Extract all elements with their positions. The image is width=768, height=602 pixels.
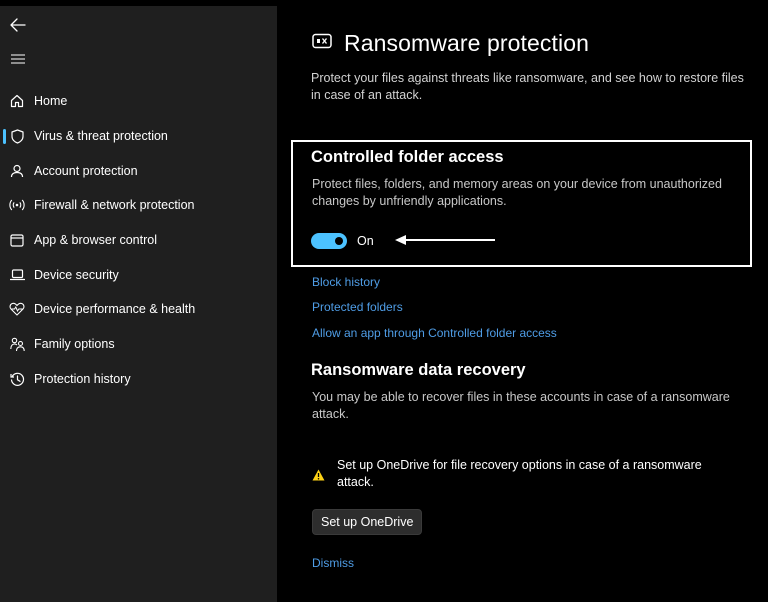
page-header: Ransomware protection xyxy=(312,30,589,57)
sidebar-item-label: Firewall & network protection xyxy=(34,198,195,212)
back-arrow-icon[interactable] xyxy=(8,15,28,35)
cfa-toggle-label: On xyxy=(357,234,374,248)
arrow-annotation-icon xyxy=(394,233,498,252)
sidebar-item-firewall-network-protection[interactable]: Firewall & network protection xyxy=(0,190,277,220)
selection-indicator xyxy=(3,129,6,144)
sidebar-item-label: App & browser control xyxy=(34,233,157,247)
shield-icon xyxy=(9,128,25,144)
sidebar-item-app-browser-control[interactable]: App & browser control xyxy=(0,225,277,255)
cfa-description: Protect files, folders, and memory areas… xyxy=(312,177,722,208)
page-description: Protect your files against threats like … xyxy=(311,71,744,102)
onedrive-warning-text: Set up OneDrive for file recovery option… xyxy=(337,458,702,489)
person-icon xyxy=(9,163,25,179)
allow-app-link[interactable]: Allow an app through Controlled folder a… xyxy=(312,326,557,340)
sidebar-item-virus-threat-protection[interactable]: Virus & threat protection xyxy=(0,121,277,151)
cfa-heading: Controlled folder access xyxy=(311,148,504,166)
sidebar-item-label: Home xyxy=(34,94,68,108)
home-icon xyxy=(9,93,25,109)
sidebar-item-home[interactable]: Home xyxy=(0,86,277,116)
browser-window-icon xyxy=(9,232,25,248)
block-history-link[interactable]: Block history xyxy=(312,275,380,289)
toggle-knob xyxy=(335,237,343,245)
protected-folders-link[interactable]: Protected folders xyxy=(312,300,403,314)
setup-onedrive-button[interactable]: Set up OneDrive xyxy=(312,509,423,535)
sidebar-item-account-protection[interactable]: Account protection xyxy=(0,156,277,186)
main-content: Ransomware protection Protect your files… xyxy=(277,0,768,602)
hamburger-menu-icon[interactable] xyxy=(8,49,28,69)
sidebar-item-protection-history[interactable]: Protection history xyxy=(0,364,277,394)
wireless-signal-icon xyxy=(9,197,25,213)
ransomware-icon xyxy=(312,33,332,54)
sidebar-item-device-security[interactable]: Device security xyxy=(0,260,277,290)
sidebar-item-label: Virus & threat protection xyxy=(34,129,168,143)
cfa-toggle-switch[interactable] xyxy=(311,233,347,249)
laptop-icon xyxy=(9,267,25,283)
sidebar: Home Virus & threat protection Account p… xyxy=(0,6,277,602)
sidebar-item-device-performance-health[interactable]: Device performance & health xyxy=(0,294,277,324)
sidebar-item-label: Device security xyxy=(34,268,119,282)
family-icon xyxy=(9,336,25,352)
history-icon xyxy=(9,371,25,387)
sidebar-item-label: Family options xyxy=(34,337,115,351)
heart-pulse-icon xyxy=(9,301,25,317)
sidebar-item-label: Protection history xyxy=(34,372,131,386)
recovery-description: You may be able to recover files in thes… xyxy=(312,390,730,421)
sidebar-item-label: Device performance & health xyxy=(34,302,196,316)
sidebar-item-family-options[interactable]: Family options xyxy=(0,329,277,359)
warning-triangle-icon xyxy=(312,468,325,486)
sidebar-item-label: Account protection xyxy=(34,164,138,178)
dismiss-link[interactable]: Dismiss xyxy=(312,556,354,570)
recovery-heading: Ransomware data recovery xyxy=(311,361,526,379)
page-title: Ransomware protection xyxy=(344,30,589,56)
